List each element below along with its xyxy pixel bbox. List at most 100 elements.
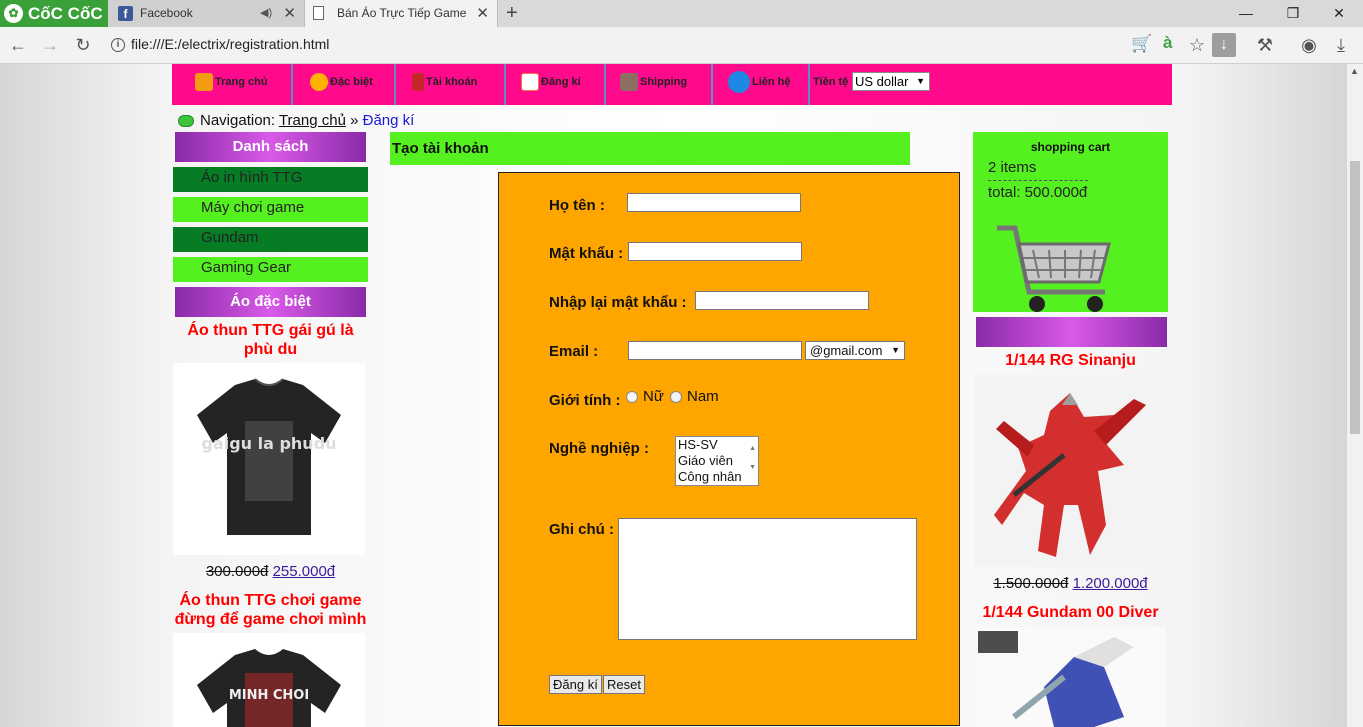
form-title: Tạo tài khoản: [390, 132, 910, 165]
forward-arrow-icon[interactable]: →: [38, 33, 62, 57]
menu-item-special[interactable]: Đặc biệt: [310, 64, 373, 105]
new-tab-button[interactable]: +: [506, 0, 518, 26]
menu-separator: [604, 64, 606, 105]
tab-facebook[interactable]: f Facebook ◀) ✕: [108, 0, 304, 27]
listbox-scroll-arrows-icon[interactable]: ▲ ▼: [749, 439, 756, 477]
name-input[interactable]: [627, 193, 801, 212]
password-input[interactable]: [628, 242, 802, 261]
gender-option-label: Nam: [687, 388, 719, 405]
category-item[interactable]: Máy chơi game: [173, 197, 368, 222]
email-input[interactable]: [628, 341, 802, 360]
chevron-down-icon: ▼: [891, 345, 900, 355]
reset-button[interactable]: Reset: [603, 675, 645, 694]
speaker-icon[interactable]: ◀): [260, 0, 272, 27]
reload-icon[interactable]: ↻: [71, 33, 95, 57]
menu-item-home[interactable]: Trang chủ: [195, 64, 268, 105]
special-products-header: Áo đặc biệt: [175, 287, 366, 317]
product-image[interactable]: [974, 375, 1166, 567]
page-viewport: Trang chủ Đặc biệt Tài khoản Đăng kí Shi…: [0, 64, 1347, 727]
product-price: 1.500.000đ 1.200.000đ: [973, 575, 1168, 592]
breadcrumb: Navigation: Trang chủ » Đăng kí: [178, 112, 414, 129]
currency-label: Tiền tệ: [813, 76, 849, 88]
tab-title: Facebook: [140, 6, 193, 20]
close-tab-icon[interactable]: ✕: [476, 0, 489, 27]
register-icon: [521, 73, 539, 92]
submit-button[interactable]: Đăng kí: [549, 675, 602, 694]
breadcrumb-prefix: Navigation:: [200, 112, 276, 129]
product-image[interactable]: MINH CHOI: [173, 633, 365, 727]
shopping-cart-box[interactable]: shopping cart 2 items total: 500.000đ: [973, 132, 1168, 312]
gender-radio-female[interactable]: [626, 391, 638, 403]
info-icon[interactable]: i: [111, 38, 125, 52]
new-price[interactable]: 1.200.000đ: [1073, 575, 1148, 592]
job-option[interactable]: HS-SV: [678, 437, 758, 453]
menu-item-contact[interactable]: Liên hệ: [728, 64, 791, 105]
currency-select[interactable]: US dollar ▼: [852, 72, 930, 91]
product-title[interactable]: 1/144 RG Sinanju: [973, 351, 1168, 370]
tab-registration[interactable]: Bán Áo Trực Tiếp Game c ✕: [304, 0, 498, 27]
facebook-icon: f: [118, 6, 133, 21]
product-image[interactable]: [974, 627, 1166, 727]
tshirt-icon: gaigu la phudu: [197, 378, 341, 535]
browser-brand[interactable]: ✿ CốC CốC: [0, 0, 108, 27]
category-item[interactable]: Áo in hình TTG: [173, 167, 368, 192]
maximize-button[interactable]: ❐: [1270, 0, 1316, 27]
menu-item-label: Tài khoản: [426, 76, 478, 88]
menu-item-shipping[interactable]: Shipping: [620, 64, 687, 105]
menu-separator: [711, 64, 713, 105]
address-bar[interactable]: file:///E:/electrix/registration.html: [131, 36, 329, 52]
confirm-password-input[interactable]: [695, 291, 869, 310]
breadcrumb-separator: »: [350, 112, 359, 129]
product-title[interactable]: Áo thun TTG chơi game đừng để game chơi …: [173, 591, 368, 629]
category-list-header: Danh sách: [175, 132, 366, 162]
hand-icon: [310, 73, 328, 92]
password-label: Mật khẩu :: [549, 245, 624, 262]
tools-icon[interactable]: ⚒: [1253, 33, 1277, 57]
tab-title: Bán Áo Trực Tiếp Game c: [337, 6, 469, 20]
close-window-button[interactable]: ✕: [1316, 0, 1362, 27]
note-textarea[interactable]: [618, 518, 917, 640]
tshirt-icon: MINH CHOI: [197, 649, 341, 727]
job-option[interactable]: Giáo viên: [678, 453, 758, 469]
scroll-up-icon[interactable]: ▲: [1350, 66, 1359, 76]
gender-radio-male[interactable]: [670, 391, 682, 403]
bookmark-star-icon[interactable]: ☆: [1185, 33, 1209, 57]
scroll-thumb[interactable]: [1350, 161, 1360, 434]
menu-item-label: Đặc biệt: [330, 76, 373, 88]
breadcrumb-bullet-icon: [178, 115, 194, 128]
breadcrumb-home-link[interactable]: Trang chủ: [279, 112, 346, 129]
menu-item-label: Đăng kí: [541, 76, 581, 88]
product-title[interactable]: Áo thun TTG gái gú là phù du: [173, 321, 368, 359]
chevron-down-icon: ▼: [916, 76, 925, 86]
menu-item-label: Trang chủ: [215, 76, 268, 88]
note-label: Ghi chú :: [549, 521, 614, 538]
menu-separator: [808, 64, 810, 105]
downloads-icon[interactable]: ⤓: [1329, 33, 1353, 57]
menu-item-account[interactable]: Tài khoản: [412, 64, 477, 105]
translate-extension-icon[interactable]: à: [1163, 33, 1172, 53]
breadcrumb-current[interactable]: Đăng kí: [363, 112, 415, 129]
back-arrow-icon[interactable]: ←: [6, 33, 30, 57]
download-extension-icon[interactable]: ↓: [1212, 33, 1236, 57]
menu-item-label: Shipping: [640, 76, 688, 88]
gundam-figure-icon: [978, 631, 1134, 727]
close-tab-icon[interactable]: ✕: [283, 0, 296, 27]
menu-separator: [394, 64, 396, 105]
cart-extension-icon[interactable]: 🛒: [1131, 34, 1152, 54]
product-title[interactable]: 1/144 Gundam 00 Diver: [973, 603, 1168, 622]
menu-item-register[interactable]: Đăng kí: [521, 64, 581, 105]
email-domain-select[interactable]: @gmail.com ▼: [805, 341, 905, 360]
tshirt-print: MINH CHOI: [229, 688, 309, 703]
job-listbox[interactable]: HS-SV Giáo viên Công nhân ▲ ▼: [675, 436, 759, 486]
profile-icon[interactable]: ◉: [1297, 33, 1321, 57]
minimize-button[interactable]: —: [1223, 0, 1269, 27]
menu-item-label: Liên hệ: [752, 76, 791, 88]
new-price[interactable]: 255.000đ: [273, 563, 336, 580]
category-item[interactable]: Gaming Gear: [173, 257, 368, 282]
category-item[interactable]: Gundam: [173, 227, 368, 252]
page-scrollbar[interactable]: ▲: [1347, 64, 1363, 727]
product-image[interactable]: gaigu la phudu: [173, 363, 365, 555]
email-domain-value: @gmail.com: [810, 343, 883, 358]
job-option[interactable]: Công nhân: [678, 469, 758, 485]
job-label: Nghề nghiệp :: [549, 440, 649, 457]
